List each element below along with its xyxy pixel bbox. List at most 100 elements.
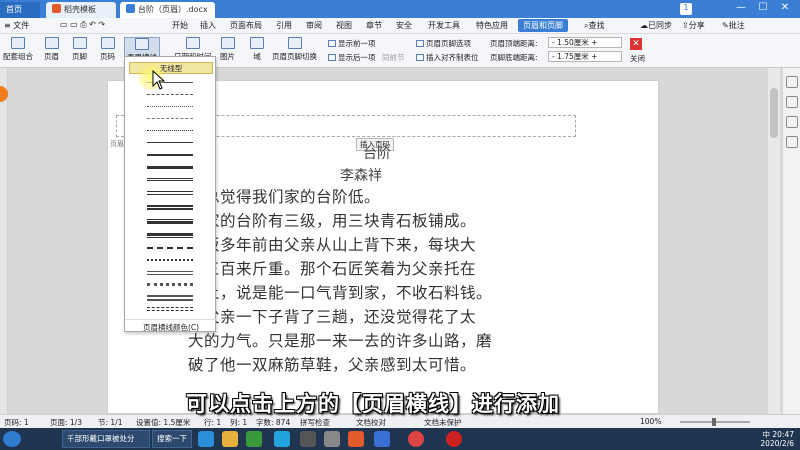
shape-tool-icon[interactable] (785, 116, 798, 128)
picture-button[interactable]: 图片 (220, 37, 235, 62)
line-style-option[interactable] (147, 295, 193, 301)
menu-security[interactable]: 安全 (396, 20, 412, 31)
status-words[interactable]: 字数: 874 (256, 417, 290, 428)
chrome-icon[interactable] (408, 431, 424, 447)
menu-developer[interactable]: 开发工具 (428, 20, 460, 31)
store-icon[interactable] (246, 431, 262, 447)
line-style-option[interactable] (147, 247, 193, 249)
scrollbar-thumb[interactable] (770, 88, 778, 138)
ie-icon[interactable] (198, 431, 214, 447)
taskbar-news-item[interactable]: 千部形戴口罩被处分 (62, 430, 150, 448)
menu-view[interactable]: 视图 (336, 20, 352, 31)
sync-button[interactable]: ☁已同步 (640, 20, 672, 31)
status-spell[interactable]: 拼写检查 (300, 417, 330, 428)
notification-badge[interactable]: 1 (680, 3, 692, 15)
tab-home[interactable]: 首页 (0, 2, 40, 18)
line-style-option[interactable] (147, 118, 193, 119)
page-number-button[interactable]: 页码 (100, 37, 115, 62)
line-style-option[interactable] (147, 283, 193, 286)
taskbar-search-item[interactable]: 搜索一下 (152, 430, 192, 448)
minimize-button[interactable]: — (730, 2, 752, 13)
tab-templates[interactable]: 稻壳模板 (46, 2, 116, 18)
field-button[interactable]: 域 (250, 37, 264, 62)
menu-chapter[interactable]: 章节 (366, 20, 382, 31)
line-style-option[interactable] (147, 94, 193, 95)
record-icon[interactable] (446, 431, 462, 447)
menu-layout[interactable]: 页面布局 (230, 20, 262, 31)
quick-access-icons[interactable]: ▭ ▭ ⎙ ↶ ↷ (60, 20, 105, 30)
app-icon[interactable] (300, 431, 316, 447)
vertical-scrollbar[interactable] (768, 68, 780, 414)
wps-writer-icon[interactable] (374, 431, 390, 447)
tab-document[interactable]: 台阶（页眉）.docx (120, 2, 215, 18)
menu-review[interactable]: 审阅 (306, 20, 322, 31)
line-style-option[interactable] (147, 219, 193, 224)
doc-line: 破了他一双麻筋草鞋，父亲感到太可惜。 (188, 356, 477, 374)
zoom-knob[interactable] (712, 418, 716, 426)
switch-button[interactable]: 页眉页脚切换 (272, 37, 317, 62)
tray-lang[interactable]: 中 (762, 430, 770, 439)
status-protect[interactable]: 文档未保护 (424, 417, 462, 428)
windows-start-icon[interactable] (3, 431, 21, 447)
doc-line: 亲总觉得我们家的台阶低。 (188, 188, 381, 206)
maximize-button[interactable]: ☐ (752, 2, 774, 13)
footer-bottom-label: 页脚底端距离: (490, 53, 538, 62)
insert-align-tab-button[interactable]: 插入对齐制表位 (416, 52, 479, 63)
link-prev-button[interactable]: 同前节 (382, 52, 405, 63)
settings-tool-icon[interactable] (785, 136, 798, 148)
page-number-label: 页码 (100, 52, 115, 61)
line-style-option[interactable] (147, 233, 193, 238)
close-hf-button[interactable]: 关闭 (630, 53, 645, 64)
doc-line: 大的力气。只是那一来一去的许多山路，磨 (188, 332, 493, 350)
hf-options-label: 页眉页脚选项 (426, 39, 471, 48)
menu-home[interactable]: 开始 (172, 20, 188, 31)
share-button[interactable]: ⇪分享 (682, 20, 705, 31)
menu-references[interactable]: 引用 (276, 20, 292, 31)
menu-header-footer[interactable]: 页眉和页脚 (518, 19, 568, 32)
menu-bar: ≡ 文件 ▭ ▭ ⎙ ↶ ↷ 开始 插入 页面布局 引用 审阅 视图 章节 安全… (0, 18, 800, 34)
menu-insert[interactable]: 插入 (200, 20, 216, 31)
line-style-option[interactable] (147, 106, 193, 107)
status-setting: 设置值: 1.5厘米 (136, 418, 191, 427)
hf-options-button[interactable]: 页眉页脚选项 (416, 38, 471, 49)
select-tool-icon[interactable] (785, 76, 798, 88)
share-icon: ⇪ (682, 21, 689, 30)
find-button[interactable]: ⌕查找 (584, 20, 604, 31)
header-top-label: 页眉顶端距离: (490, 39, 538, 48)
show-prev-button[interactable]: 显示前一项 (328, 38, 376, 49)
menu-features[interactable]: 特色应用 (476, 20, 508, 31)
line-style-option[interactable] (147, 307, 193, 311)
footer-button[interactable]: 页脚 (72, 37, 87, 62)
line-style-option[interactable] (147, 259, 193, 261)
close-window-button[interactable]: ✕ (774, 2, 796, 13)
header-button[interactable]: 页眉 (44, 37, 59, 62)
preset-button[interactable]: 配套组合 (3, 37, 33, 62)
line-style-option[interactable] (147, 154, 193, 156)
folder-icon[interactable] (222, 431, 238, 447)
style-tool-icon[interactable] (785, 96, 798, 108)
header-line-color-button[interactable]: 页眉横线颜色(C) (125, 319, 217, 333)
footer-bottom-spinner[interactable]: - 1.75厘米 + (548, 51, 622, 62)
line-style-option[interactable] (147, 205, 193, 210)
menu-file[interactable]: ≡ 文件 (4, 20, 29, 31)
status-row: 行: 1 (204, 418, 222, 427)
line-style-option[interactable] (147, 142, 193, 143)
line-style-option[interactable] (147, 271, 193, 275)
close-hf-icon[interactable]: ✕ (630, 38, 642, 50)
comment-icon: ✎ (722, 21, 729, 30)
line-style-option[interactable] (147, 178, 193, 181)
wps-icon[interactable] (348, 431, 364, 447)
status-page[interactable]: 页面: 1/3 (50, 417, 82, 428)
app-icon[interactable] (324, 431, 340, 447)
line-style-option[interactable] (147, 130, 193, 131)
status-proof[interactable]: 文档校对 (356, 417, 386, 428)
cloud-drive-icon[interactable] (274, 431, 290, 447)
switch-label: 页眉页脚切换 (272, 52, 317, 61)
system-tray[interactable]: 中 20:47 2020/2/6 (760, 430, 794, 448)
comment-button[interactable]: ✎批注 (722, 20, 745, 31)
show-next-button[interactable]: 显示后一项 (328, 52, 376, 63)
line-style-option[interactable] (147, 166, 193, 169)
zoom-value[interactable]: 100% (640, 417, 661, 426)
line-style-option[interactable] (147, 191, 193, 195)
header-top-spinner[interactable]: - 1.50厘米 + (548, 37, 622, 48)
